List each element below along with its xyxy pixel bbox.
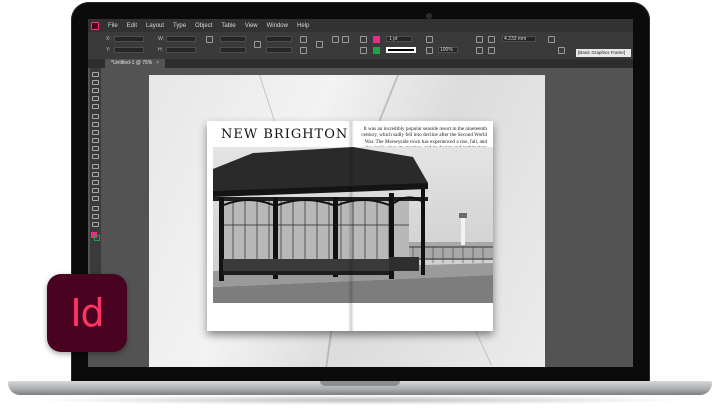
stroke-type-select[interactable] (386, 47, 416, 53)
document-tab-bar: *Untitled-1 @ 76% × (88, 59, 633, 68)
scale-x-field[interactable] (220, 36, 246, 42)
document-tab-label: *Untitled-1 @ 76% (111, 60, 153, 66)
gap-tool-icon[interactable] (92, 96, 99, 101)
free-transform-tool-icon[interactable] (92, 172, 99, 177)
spread-gutter (348, 121, 354, 331)
magazine-spread[interactable]: NEW BRIGHTON It was an incredibly popula… (207, 121, 493, 331)
menu-object[interactable]: Object (195, 23, 212, 29)
gradient-feather-tool-icon[interactable] (92, 188, 99, 193)
w-label: W: (158, 36, 165, 42)
menu-view[interactable]: View (245, 23, 258, 29)
app-icon (91, 21, 99, 30)
menu-window[interactable]: Window (267, 23, 288, 29)
reference-point-icon[interactable] (316, 41, 323, 48)
x-field[interactable] (114, 36, 144, 42)
constrain-icon[interactable] (206, 36, 213, 43)
eyedropper-tool-icon[interactable] (92, 206, 99, 211)
opacity-value: 100% (440, 47, 453, 53)
stroke-icon[interactable] (360, 47, 367, 54)
scale-y-field[interactable] (220, 47, 246, 53)
shear-field[interactable] (266, 47, 292, 53)
rotate-field[interactable] (266, 36, 292, 42)
hand-tool-icon[interactable] (92, 214, 99, 219)
distribute-icon[interactable] (488, 47, 495, 54)
menu-help[interactable]: Help (297, 23, 309, 29)
menu-edit[interactable]: Edit (127, 23, 137, 29)
dimension-value: 4.233 mm (504, 36, 527, 42)
content-collector-icon[interactable] (92, 104, 99, 109)
y-label: Y: (106, 47, 111, 53)
x-label: X: (106, 36, 111, 42)
opacity-icon[interactable] (426, 47, 433, 54)
fill-icon[interactable] (360, 36, 367, 43)
rectangle-frame-tool-icon[interactable] (92, 146, 99, 151)
scissors-tool-icon[interactable] (92, 164, 99, 169)
close-icon[interactable]: × (156, 60, 159, 66)
select-container-icon[interactable] (332, 36, 339, 43)
rectangle-tool-icon[interactable] (92, 154, 99, 159)
laptop-shadow (30, 395, 690, 405)
menu-type[interactable]: Type (173, 23, 186, 29)
pen-tool-icon[interactable] (92, 130, 99, 135)
page-canvas[interactable]: NEW BRIGHTON It was an incredibly popula… (149, 75, 545, 367)
link-icon[interactable] (254, 41, 261, 48)
flip-h-icon[interactable] (300, 36, 307, 43)
stroke-swatch[interactable] (373, 47, 380, 54)
align-icon[interactable] (476, 47, 483, 54)
indesign-screen: File Edit Layout Type Object Table View … (88, 19, 633, 367)
y-field[interactable] (114, 47, 144, 53)
type-tool-icon[interactable] (92, 114, 99, 119)
line-tool-icon[interactable] (92, 122, 99, 127)
fill-swatch[interactable] (373, 36, 380, 43)
page-tool-icon[interactable] (92, 88, 99, 93)
menu-file[interactable]: File (108, 23, 118, 29)
menu-layout[interactable]: Layout (146, 23, 164, 29)
gradient-tool-icon[interactable] (92, 180, 99, 185)
selection-tool-icon[interactable] (92, 72, 99, 77)
menu-table[interactable]: Table (221, 23, 235, 29)
auto-fit-icon[interactable] (548, 36, 555, 43)
pasteboard: NEW BRIGHTON It was an incredibly popula… (102, 68, 633, 367)
stroke-color-icon[interactable] (94, 235, 100, 241)
zoom-tool-icon[interactable] (92, 222, 99, 227)
stroke-weight-value: 1 pt (389, 36, 398, 42)
magazine-title: NEW BRIGHTON (221, 127, 349, 142)
laptop-notch (320, 381, 400, 386)
flip-v-icon[interactable] (300, 47, 307, 54)
text-wrap-icon[interactable] (476, 36, 483, 43)
control-panel: X: Y: W: H: 1 pt 100% 4.233 mm [Basic Gr… (88, 32, 633, 60)
pencil-tool-icon[interactable] (92, 138, 99, 143)
fx-icon[interactable] (426, 36, 433, 43)
frame-fitting-icon[interactable] (488, 36, 495, 43)
menu-bar: File Edit Layout Type Object Table View … (88, 19, 633, 32)
select-content-icon[interactable] (342, 36, 349, 43)
object-style-select[interactable]: [Basic Graphics Frame] (576, 49, 631, 57)
indesign-logo-text: Id (70, 291, 104, 335)
w-field[interactable] (166, 36, 196, 42)
direct-selection-tool-icon[interactable] (92, 80, 99, 85)
indesign-logo: Id (47, 274, 127, 352)
tools-panel (90, 68, 101, 288)
note-tool-icon[interactable] (92, 196, 99, 201)
grid-icon[interactable] (558, 47, 565, 54)
document-tab[interactable]: *Untitled-1 @ 76% × (105, 59, 166, 68)
h-field[interactable] (166, 47, 196, 53)
h-label: H: (158, 47, 163, 53)
